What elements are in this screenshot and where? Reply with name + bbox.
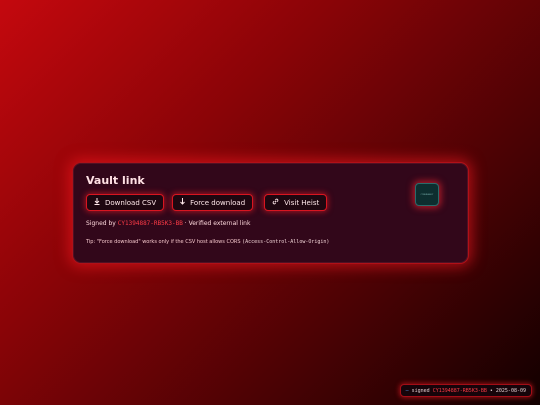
thumbnail-label: CYBERVAULT — [420, 193, 434, 196]
footer-bullet: • — [489, 387, 493, 394]
signature-code: CY1394887-RB5K3-BB — [117, 220, 183, 227]
visit-heist-button[interactable]: Visit Heist — [264, 194, 328, 211]
download-csv-button[interactable]: Download CSV — [86, 194, 165, 211]
card-title: Vault link — [86, 174, 145, 187]
footer-date: 2025-08-09 — [495, 387, 526, 394]
verified-text: Verified external link — [188, 220, 251, 227]
footer-signature: CY1394887-RB5K3-BB — [432, 387, 487, 394]
signed-prefix: Signed by — [86, 220, 116, 227]
download-csv-label: Download CSV — [105, 198, 157, 207]
tip-message: Tip: "Force download" works only if the … — [86, 239, 241, 245]
vault-thumbnail[interactable]: CYBERVAULT — [415, 183, 439, 206]
force-download-button[interactable]: Force download — [172, 194, 254, 211]
vault-link-card: Vault link Download CSV Force download V… — [72, 162, 469, 264]
signature-line: Signed by CY1394887-RB5K3-BB · Verified … — [86, 220, 455, 228]
visit-heist-label: Visit Heist — [284, 198, 320, 207]
arrow-down-icon — [180, 198, 185, 207]
tip-text: Tip: "Force download" works only if the … — [86, 239, 455, 246]
button-row: Download CSV Force download Visit Heist — [86, 194, 455, 211]
force-download-label: Force download — [190, 198, 246, 207]
signature-footer-badge: — signed CY1394887-RB5K3-BB • 2025-08-09 — [399, 384, 532, 397]
footer-signed-label: signed — [411, 387, 430, 394]
meta-separator: · — [184, 220, 187, 227]
footer-dash: — — [405, 387, 409, 394]
download-icon — [94, 198, 100, 207]
tip-code: (Access-Control-Allow-Origin) — [242, 239, 330, 245]
link-icon — [272, 198, 279, 207]
